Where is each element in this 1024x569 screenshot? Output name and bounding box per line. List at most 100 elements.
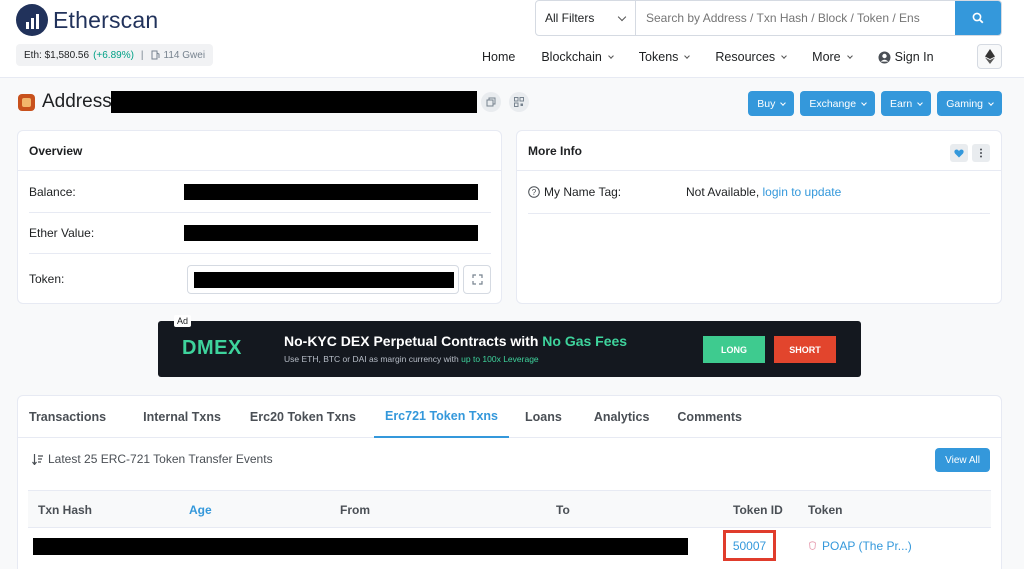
transfer-events-summary-text: Latest 25 ERC-721 Token Transfer Events — [48, 452, 273, 466]
nav-blockchain[interactable]: Blockchain — [541, 50, 614, 64]
nav-home-label: Home — [482, 50, 516, 64]
ad-brand-logo: DMEX — [182, 337, 242, 360]
column-token: Token — [808, 503, 843, 517]
gaming-button[interactable]: Gaming — [937, 91, 1002, 116]
chevron-down-icon — [861, 99, 867, 106]
tab-erc721-token-txns[interactable]: Erc721 Token Txns — [373, 396, 509, 438]
transfer-row-redacted — [33, 538, 688, 555]
overview-title: Overview — [18, 131, 501, 171]
token-holdings-expand-button[interactable] — [463, 265, 491, 294]
page-title: Address — [42, 91, 112, 112]
ad-subline-highlight: up to 100x Leverage — [461, 354, 539, 364]
tab-transactions[interactable]: Transactions — [18, 396, 117, 438]
qr-code-button[interactable] — [509, 92, 529, 112]
tab-analytics[interactable]: Analytics — [583, 396, 661, 438]
chevron-down-icon — [917, 99, 924, 106]
buy-button[interactable]: Buy — [748, 91, 795, 116]
balance-value-redacted — [184, 184, 478, 200]
token-label: Token: — [29, 272, 65, 286]
vertical-ellipsis-icon — [980, 148, 982, 158]
expand-icon — [471, 274, 483, 285]
svg-text:?: ? — [532, 188, 537, 197]
sign-in-label: Sign In — [894, 50, 934, 64]
name-tag-value: Not Available, — [686, 185, 760, 199]
sign-in-link[interactable]: Sign In — [878, 50, 934, 64]
nav-resources-label: Resources — [715, 50, 776, 64]
gaming-label: Gaming — [946, 97, 983, 110]
chevron-down-icon — [607, 53, 614, 59]
search-icon — [972, 12, 984, 24]
divider — [528, 213, 990, 214]
heart-icon — [954, 148, 964, 157]
table-header: Txn Hash Age From To Token ID Token — [28, 490, 991, 528]
token-link[interactable]: POAP (The Pr...) — [808, 539, 912, 553]
search-button[interactable] — [955, 1, 1001, 35]
ad-banner[interactable]: Ad DMEX No-KYC DEX Perpetual Contracts w… — [158, 315, 861, 377]
search-input[interactable] — [636, 1, 955, 35]
column-from: From — [340, 503, 370, 517]
chevron-down-icon — [781, 53, 787, 59]
buy-label: Buy — [757, 97, 776, 110]
search-filter-value: All Filters — [545, 11, 595, 25]
tab-erc20-token-txns[interactable]: Erc20 Token Txns — [239, 396, 367, 438]
address-avatar-icon — [18, 93, 35, 111]
eth-price-ticker: Eth: $1,580.56 (+6.89%) | 114 Gwei — [16, 44, 214, 66]
token-logo-icon — [809, 541, 816, 550]
nav-resources[interactable]: Resources — [715, 50, 787, 64]
ether-value-redacted — [184, 225, 478, 241]
divider — [29, 253, 491, 254]
user-circle-icon — [878, 51, 891, 63]
ad-subline-main: Use ETH, BTC or DAI as margin currency w… — [284, 354, 462, 364]
token-id-highlight: 50007 — [723, 530, 776, 561]
overview-card: Overview Balance: Ether Value: Token: — [17, 130, 502, 304]
network-selector-button[interactable] — [977, 44, 1002, 69]
ad-short-button[interactable]: SHORT — [774, 336, 836, 363]
more-info-card: More Info ? My Name Tag: Not Available, … — [516, 130, 1002, 304]
ad-brand-text: DMEX — [182, 337, 242, 359]
column-age[interactable]: Age — [189, 503, 212, 517]
name-tag-label: My Name Tag: — [544, 185, 622, 199]
nav-blockchain-label: Blockchain — [541, 50, 602, 64]
etherscan-logo-icon — [16, 4, 48, 36]
transfer-events-summary: Latest 25 ERC-721 Token Transfer Events — [32, 452, 273, 466]
nav-tokens-label: Tokens — [638, 50, 679, 64]
search-bar: All Filters — [535, 0, 1002, 36]
view-all-button[interactable]: View All — [935, 448, 990, 472]
favorite-button[interactable] — [950, 144, 968, 162]
tab-internal-txns[interactable]: Internal Txns — [132, 396, 232, 438]
sort-amount-icon — [32, 453, 43, 465]
options-button[interactable] — [972, 144, 990, 162]
address-heading: Address — [18, 90, 112, 114]
copy-address-button[interactable] — [481, 92, 501, 112]
earn-button[interactable]: Earn — [881, 91, 932, 116]
exchange-label: Exchange — [809, 97, 857, 110]
search-filter-select[interactable]: All Filters — [536, 1, 636, 35]
token-holdings-dropdown[interactable] — [187, 265, 459, 294]
eth-price: Eth: $1,580.56 — [24, 49, 90, 61]
ethereum-icon — [984, 49, 995, 64]
exchange-button[interactable]: Exchange — [800, 91, 876, 116]
ad-headline: No-KYC DEX Perpetual Contracts with No G… — [284, 333, 627, 349]
ad-long-button[interactable]: LONG — [703, 336, 765, 363]
ad-subline: Use ETH, BTC or DAI as margin currency w… — [284, 354, 539, 364]
nav-tokens[interactable]: Tokens — [638, 50, 691, 64]
nav-more[interactable]: More — [812, 50, 853, 64]
nav-home[interactable]: Home — [482, 50, 515, 64]
header: Etherscan Eth: $1,580.56 (+6.89%) | 114 … — [0, 0, 1024, 78]
token-id-link[interactable]: 50007 — [733, 539, 766, 553]
chevron-down-icon — [780, 99, 787, 106]
token-name-label: POAP (The Pr...) — [822, 539, 912, 553]
login-to-update-link[interactable]: login to update — [763, 185, 842, 199]
name-tag-value-row: Not Available, login to update — [686, 185, 841, 199]
tab-loans[interactable]: Loans — [514, 396, 573, 438]
chevron-down-icon — [617, 12, 627, 22]
more-info-actions — [950, 144, 990, 162]
balance-label: Balance: — [29, 185, 76, 199]
question-circle-icon: ? — [528, 186, 540, 198]
copy-icon — [486, 97, 496, 107]
column-txn-hash: Txn Hash — [38, 503, 93, 517]
etherscan-logo[interactable]: Etherscan — [16, 4, 158, 36]
ad-tag: Ad — [174, 315, 192, 327]
tab-comments[interactable]: Comments — [666, 396, 753, 438]
chevron-down-icon — [846, 53, 853, 59]
